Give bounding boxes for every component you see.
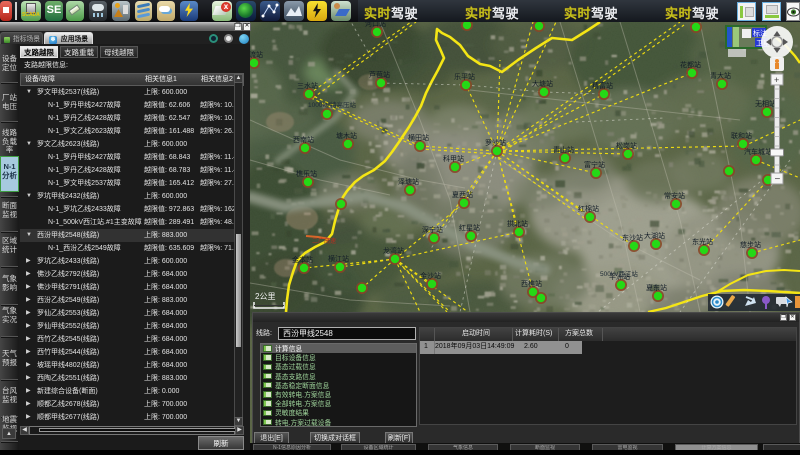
svg-text:夏西站: 夏西站 (452, 190, 473, 199)
svg-text:大塘站: 大塘站 (532, 79, 553, 88)
svg-text:慈步站: 慈步站 (740, 240, 761, 249)
svg-text:泽塘站: 泽塘站 (398, 177, 419, 186)
svg-text:1000kV特高压站: 1000kV特高压站 (308, 100, 357, 109)
svg-text:罗沙站: 罗沙站 (485, 138, 506, 147)
svg-text:500kV西江站: 500kV西江站 (600, 269, 638, 278)
svg-text:汽车城站: 汽车城站 (744, 147, 772, 156)
svg-text:三水站: 三水站 (297, 81, 318, 90)
svg-text:科甲站: 科甲站 (443, 154, 464, 163)
svg-text:深宁站: 深宁站 (422, 225, 443, 234)
svg-text:金本站: 金本站 (292, 255, 313, 264)
svg-text:无相站: 无相站 (755, 99, 776, 108)
svg-text:青山站: 青山站 (553, 145, 574, 154)
svg-text:乐平站: 乐平站 (454, 72, 475, 81)
svg-text:东光站: 东光站 (692, 237, 713, 246)
svg-text:塘木站: 塘木站 (336, 131, 357, 140)
svg-text:龙湾站: 龙湾站 (383, 246, 404, 255)
svg-text:河口站: 河口站 (365, 22, 386, 28)
svg-text:2公里: 2公里 (255, 292, 275, 301)
svg-text:勒流站: 勒流站 (250, 50, 263, 59)
svg-text:+: + (774, 75, 779, 85)
svg-text:金沙站: 金沙站 (420, 271, 441, 280)
svg-text:常安站: 常安站 (664, 191, 685, 200)
svg-text:大湖站: 大湖站 (644, 231, 665, 240)
svg-text:东沙站: 东沙站 (622, 233, 643, 242)
svg-text:横江站: 横江站 (328, 254, 349, 263)
svg-text:西南站: 西南站 (293, 135, 314, 144)
svg-text:夏东站: 夏东站 (646, 283, 667, 292)
svg-text:红星站: 红星站 (459, 223, 480, 232)
svg-text:芦苞站: 芦苞站 (369, 70, 390, 79)
svg-text:樵乐站: 樵乐站 (296, 169, 317, 178)
svg-text:西樵站: 西樵站 (521, 279, 542, 288)
svg-text:二广高速: 二广高速 (312, 237, 336, 245)
svg-text:富宁站: 富宁站 (584, 160, 605, 169)
svg-text:青大站: 青大站 (710, 71, 731, 80)
svg-text:−: − (775, 174, 781, 185)
svg-text:松岗站: 松岗站 (616, 141, 637, 150)
svg-text:精富站: 精富站 (592, 81, 613, 90)
svg-text:花都站: 花都站 (680, 60, 701, 69)
svg-text:红棉站: 红棉站 (578, 204, 599, 213)
svg-text:拱北站: 拱北站 (507, 219, 528, 228)
svg-text:横田站: 横田站 (408, 133, 429, 142)
svg-text:联和站: 联和站 (731, 131, 752, 140)
